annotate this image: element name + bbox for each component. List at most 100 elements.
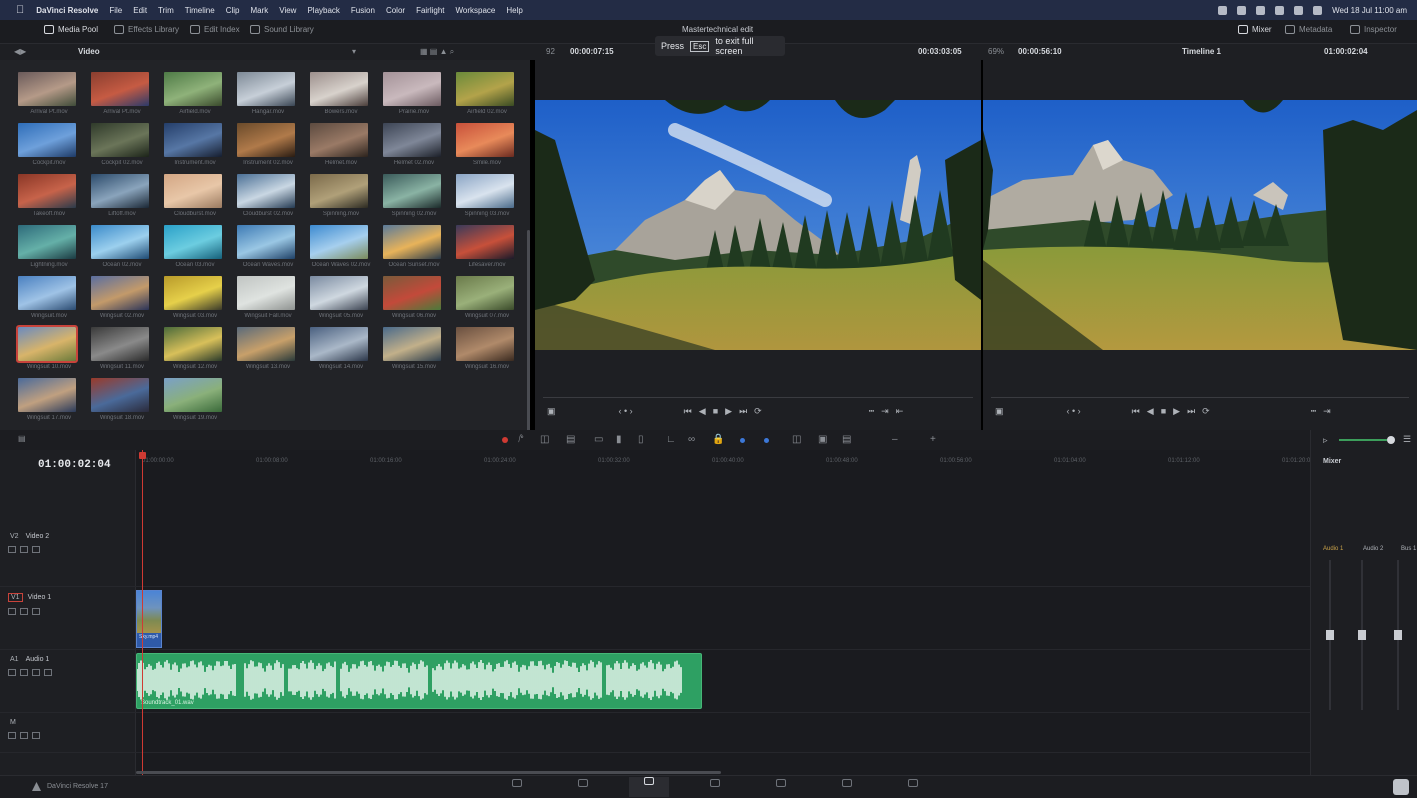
spotlight-icon[interactable] (1294, 5, 1304, 15)
menu-playback[interactable]: Playback (307, 6, 339, 15)
menu-timeline[interactable]: Timeline (185, 6, 215, 15)
timeline-jog-icon[interactable]: ‹ • › (1067, 406, 1081, 416)
timeline[interactable]: 01:00:02:04 01:00:00:00 01:00:08:00 01:00:… (0, 450, 1314, 775)
media-clip[interactable]: Cockpit.mov (18, 123, 91, 174)
lock-icon[interactable] (8, 546, 16, 553)
visibility-icon[interactable] (32, 608, 40, 615)
timeline-skip-forward-icon[interactable]: ⏭ (1187, 406, 1195, 417)
solo-icon[interactable] (20, 732, 28, 739)
timeline-play-reverse-icon[interactable]: ◀ (1147, 406, 1154, 417)
solo-icon[interactable] (32, 669, 40, 676)
bin-name[interactable]: Video (78, 47, 100, 56)
zoom-out-icon[interactable]: – (892, 434, 898, 445)
timeline-name-dropdown[interactable]: Timeline 1 (1182, 47, 1221, 56)
master-volume-slider[interactable] (1339, 439, 1387, 441)
source-zoom[interactable]: 92 (546, 47, 555, 56)
media-clip[interactable]: Wingsuit Fall.mov (237, 276, 310, 327)
media-clip[interactable]: Wingsuit 11.mov (91, 327, 164, 378)
media-clip[interactable]: Wingsuit 02.mov (91, 276, 164, 327)
insert-icon[interactable]: ⇤ (896, 406, 904, 417)
chevron-down-icon[interactable]: ▾ (352, 47, 356, 56)
fader-handle[interactable] (1326, 630, 1334, 640)
fader-handle[interactable] (1394, 630, 1402, 640)
inspector-button[interactable]: Inspector (1350, 25, 1397, 34)
media-clip[interactable]: Airfield 02.mov (456, 72, 529, 123)
track-video-1[interactable]: V1 Video 1 (0, 587, 1310, 650)
media-clip[interactable]: Wingsuit 18.mov (91, 378, 164, 429)
fader-audio-1[interactable] (1326, 560, 1334, 710)
timeline-zoom[interactable]: 69% (988, 47, 1004, 56)
menu-edit[interactable]: Edit (133, 6, 147, 15)
auto-select-icon[interactable] (20, 669, 28, 676)
mixer-options-icon[interactable]: ☰ (1403, 434, 1411, 445)
mark-in-icon[interactable]: ┅ (869, 406, 874, 417)
sound-library-button[interactable]: Sound Library (250, 25, 314, 34)
apple-icon[interactable]:  (16, 4, 24, 16)
menu-trim[interactable]: Trim (158, 6, 174, 15)
fader-bus-1[interactable] (1394, 560, 1402, 710)
overwrite-clip-icon[interactable]: ▮ (616, 434, 622, 445)
timeline-play-icon[interactable]: ▶ (1173, 406, 1180, 417)
media-clip[interactable]: Ocean 02.mov (91, 225, 164, 276)
media-clip[interactable]: Spinning 03.mov (456, 174, 529, 225)
menu-app-name[interactable]: DaVinci Resolve (36, 6, 98, 15)
bin-nav-icon[interactable]: ◀▶ (14, 47, 26, 56)
zoom-custom-icon[interactable]: ▤ (842, 434, 851, 445)
media-clip[interactable]: Ocean Waves 02.mov (310, 225, 383, 276)
timeline-loop-icon[interactable]: ⟳ (1202, 406, 1210, 417)
timeline-options-icon[interactable]: ▤ (18, 434, 26, 443)
media-clip[interactable]: Airfield.mov (164, 72, 237, 123)
insert-clip-icon[interactable]: ▭ (594, 434, 603, 445)
lock-icon[interactable] (8, 608, 16, 615)
timeline-mark-out-icon[interactable]: ⇥ (1323, 406, 1331, 417)
timeline-skip-back-icon[interactable]: ⏮ (1132, 406, 1140, 417)
media-clip[interactable]: Ocean Sunset.mov (383, 225, 456, 276)
media-clip[interactable]: Bowers.mov (310, 72, 383, 123)
blade-tool-icon[interactable]: ▤ (566, 434, 575, 445)
project-settings-button[interactable] (1393, 779, 1409, 795)
fader-handle[interactable] (1358, 630, 1366, 640)
link-icon[interactable]: ∞ (688, 434, 695, 445)
media-clip[interactable]: Instrument 02.mov (237, 123, 310, 174)
media-clip[interactable]: Takeoff.mov (18, 174, 91, 225)
media-clip[interactable]: Wingsuit 16.mov (456, 327, 529, 378)
media-clip[interactable]: Instrument.mov (164, 123, 237, 174)
page-deliver[interactable] (893, 779, 933, 787)
media-pool-button[interactable]: Media Pool (44, 25, 98, 34)
stop-icon[interactable]: ■ (713, 406, 718, 416)
media-clip[interactable]: Spinning.mov (310, 174, 383, 225)
video-clip[interactable]: Sky.mp4 (136, 590, 162, 648)
loop-icon[interactable]: ⟳ (754, 406, 762, 417)
page-fairlight[interactable] (827, 779, 867, 787)
media-clip[interactable]: Cloudburst.mov (164, 174, 237, 225)
media-clip[interactable]: Cockpit 02.mov (91, 123, 164, 174)
menubar-clock[interactable]: Wed 18 Jul 11:00 am (1332, 6, 1407, 15)
menu-fusion[interactable]: Fusion (351, 6, 375, 15)
media-clip[interactable]: Arrival Pt.mov (18, 72, 91, 123)
source-scrubber[interactable] (543, 397, 973, 398)
edit-index-button[interactable]: Edit Index (190, 25, 240, 34)
flag-blue-icon[interactable] (740, 438, 745, 443)
wifi-icon[interactable] (1237, 5, 1247, 15)
zoom-detail-icon[interactable]: ▣ (818, 434, 827, 445)
media-clip[interactable]: Cloudburst 02.mov (237, 174, 310, 225)
timeline-scrollbar[interactable] (136, 771, 721, 774)
skip-forward-icon[interactable]: ⏭ (739, 406, 747, 417)
volume-icon[interactable] (1275, 5, 1285, 15)
media-clip[interactable]: Wingsuit 07.mov (456, 276, 529, 327)
visibility-icon[interactable] (32, 546, 40, 553)
position-lock-icon[interactable]: 🔒 (712, 434, 724, 445)
page-color[interactable] (761, 779, 801, 787)
media-clip[interactable]: Wingsuit 05.mov (310, 276, 383, 327)
timeline-scrubber[interactable] (991, 397, 1409, 398)
menu-color[interactable]: Color (386, 6, 405, 15)
track-name[interactable]: Video 2 (26, 533, 50, 540)
media-clip[interactable]: Wingsuit 10.mov (16, 325, 91, 378)
jog-icon[interactable]: ‹ • › (619, 406, 633, 416)
media-clip[interactable]: Prairie.mov (383, 72, 456, 123)
media-clip[interactable]: Wingsuit 03.mov (164, 276, 237, 327)
timeline-ruler[interactable]: 01:00:00:00 01:00:08:00 01:00:16:00 01:00:2… (136, 458, 1314, 472)
mute-icon[interactable] (44, 669, 52, 676)
media-clip[interactable]: Wingsuit 12.mov (164, 327, 237, 378)
battery-icon[interactable] (1256, 5, 1266, 15)
